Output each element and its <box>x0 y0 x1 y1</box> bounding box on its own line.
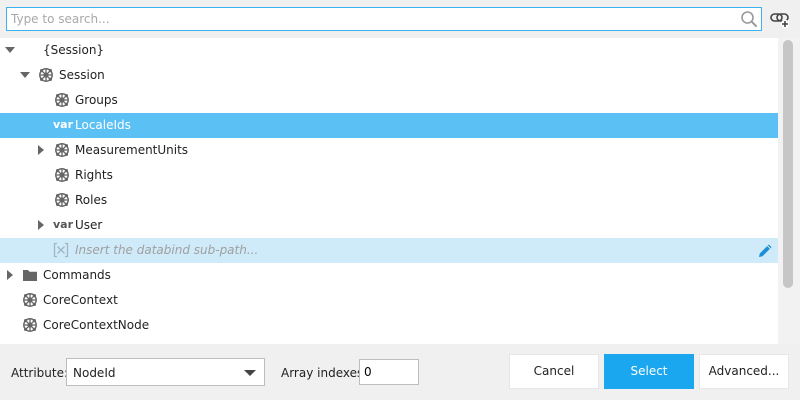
bracket-x-icon <box>53 242 69 258</box>
tree-row-commands[interactable]: Commands <box>0 263 778 288</box>
link-add-icon[interactable] <box>769 9 791 29</box>
tree-row-session-root[interactable]: {Session} <box>0 38 778 63</box>
tree-row-roles[interactable]: Roles <box>0 188 778 213</box>
caret-right-icon[interactable] <box>4 269 16 281</box>
tree-row-groups[interactable]: Groups <box>0 88 778 113</box>
vertical-scrollbar[interactable] <box>778 38 800 344</box>
attribute-dropdown[interactable]: NodeId <box>66 358 265 386</box>
attribute-value: NodeId <box>73 366 116 380</box>
advanced-button[interactable]: Advanced... <box>699 354 789 389</box>
tree-row-label: Session <box>59 68 105 82</box>
search-icon[interactable] <box>740 10 758 28</box>
search-box[interactable] <box>6 7 762 31</box>
var-type-label: var <box>53 218 74 231</box>
tree-row-localeids[interactable]: var LocaleIds <box>0 113 778 138</box>
tree-row-label: Commands <box>43 268 111 282</box>
object-node-icon <box>55 143 69 157</box>
object-node-icon <box>23 318 37 332</box>
object-node-icon <box>55 193 69 207</box>
folder-icon <box>23 270 37 281</box>
cancel-button[interactable]: Cancel <box>509 354 599 389</box>
tree-row-label: CoreContext <box>43 293 118 307</box>
tree-row-label: {Session} <box>43 43 105 57</box>
tree-row-label: Rights <box>75 168 113 182</box>
tree-row-rights[interactable]: Rights <box>0 163 778 188</box>
dropdown-arrow-icon <box>244 370 256 376</box>
caret-down-icon[interactable] <box>4 44 16 56</box>
object-node-icon <box>23 293 37 307</box>
tree-row-corecontextnode[interactable]: CoreContextNode <box>0 313 778 338</box>
object-node-icon <box>39 68 53 82</box>
tree-row-session[interactable]: Session <box>0 63 778 88</box>
databind-tree: {Session} Session Groups var LocaleIds M… <box>0 38 778 344</box>
object-node-icon <box>55 168 69 182</box>
tree-row-corecontext[interactable]: CoreContext <box>0 288 778 313</box>
tree-row-label: User <box>75 218 103 232</box>
object-node-icon <box>55 93 69 107</box>
tree-row-label: LocaleIds <box>75 118 131 132</box>
caret-right-icon[interactable] <box>35 219 47 231</box>
tree-row-user[interactable]: var User <box>0 213 778 238</box>
array-indexes-label: Array indexes: <box>281 366 368 380</box>
tree-row-label: Roles <box>75 193 108 207</box>
array-indexes-input[interactable] <box>359 359 419 385</box>
search-bar <box>0 0 800 38</box>
caret-right-icon[interactable] <box>35 144 47 156</box>
tree-row-subpath-editor[interactable] <box>0 238 778 263</box>
scrollbar-thumb[interactable] <box>783 40 793 288</box>
var-type-label: var <box>53 118 74 131</box>
footer-bar: Attribute: NodeId Array indexes: Cancel … <box>0 344 800 400</box>
subpath-input[interactable] <box>75 241 735 259</box>
search-input[interactable] <box>11 10 731 28</box>
tree-row-label: Groups <box>75 93 118 107</box>
attribute-label: Attribute: <box>11 366 69 380</box>
tree-row-label: MeasurementUnits <box>75 143 189 157</box>
tree-row-measurementunits[interactable]: MeasurementUnits <box>0 138 778 163</box>
caret-down-icon[interactable] <box>19 69 31 81</box>
select-button[interactable]: Select <box>604 354 694 389</box>
tree-row-label: CoreContextNode <box>43 318 150 332</box>
pencil-icon[interactable] <box>756 242 774 260</box>
